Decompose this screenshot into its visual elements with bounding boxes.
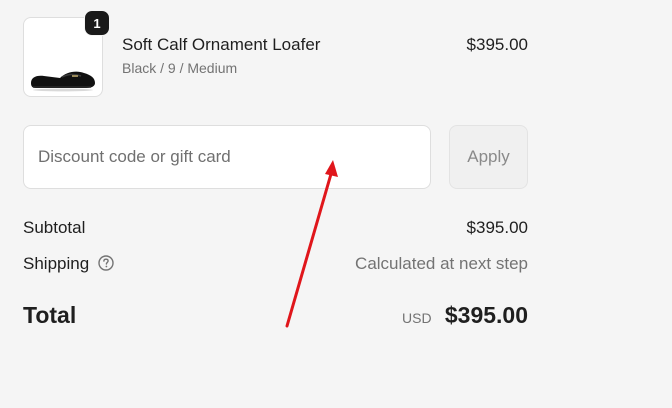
total-value: $395.00 <box>444 302 528 328</box>
shipping-value: Calculated at next step <box>355 254 528 273</box>
subtotal-label: Subtotal <box>23 218 86 237</box>
quantity-badge: 1 <box>84 10 110 36</box>
discount-code-input[interactable] <box>23 125 431 189</box>
product-variant: Black / 9 / Medium <box>122 60 238 76</box>
total-label: Total <box>23 302 77 328</box>
shipping-label: Shipping <box>23 254 90 273</box>
total-currency: USD <box>402 310 432 326</box>
product-name: Soft Calf Ornament Loafer <box>122 35 321 54</box>
loafer-shoe-image <box>31 71 95 92</box>
product-price: $395.00 <box>466 35 528 54</box>
question-circle-icon[interactable] <box>97 254 115 272</box>
apply-discount-button[interactable]: Apply <box>449 125 528 189</box>
subtotal-value: $395.00 <box>466 218 528 237</box>
